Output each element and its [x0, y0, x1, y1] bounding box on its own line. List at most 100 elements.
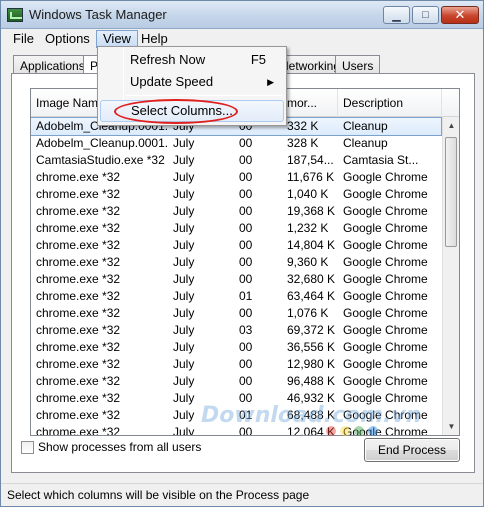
table-cell: chrome.exe *32 [36, 187, 121, 201]
table-cell: Google Chrome [343, 306, 428, 320]
table-row[interactable]: chrome.exe *32 July 00 36,556 K Google Chrom… [31, 339, 441, 356]
table-cell: Google Chrome [343, 391, 428, 405]
table-cell: Google Chrome [343, 221, 428, 235]
table-cell: 01 [239, 289, 253, 303]
menu-file[interactable]: File [7, 30, 40, 48]
update-speed-label: Update Speed [130, 74, 214, 89]
table-cell: 32,680 K [287, 272, 336, 286]
table-row[interactable]: chrome.exe *32 July 00 1,076 K Google Chrome [31, 305, 441, 322]
table-cell: July [173, 204, 195, 218]
table-cell: chrome.exe *32 [36, 204, 121, 218]
table-cell: Adobelm_Cleanup.0001... [36, 136, 168, 150]
table-row[interactable]: chrome.exe *32 July 01 63,464 K Google Chrom… [31, 288, 441, 305]
table-cell: 00 [239, 153, 253, 167]
table-row[interactable]: chrome.exe *32 July 00 12,064 K Google Chrom… [31, 424, 441, 435]
table-cell: 1,040 K [287, 187, 329, 201]
watermark-dots [326, 426, 378, 436]
table-row[interactable]: chrome.exe *32 July 00 1,040 K Google Chrome [31, 186, 441, 203]
table-cell: 00 [239, 187, 253, 201]
refresh-now-shortcut: F5 [250, 52, 266, 67]
show-all-users-label: Show processes from all users [38, 440, 202, 454]
table-cell: 46,932 K [287, 391, 336, 405]
show-all-users-checkbox[interactable] [21, 440, 34, 454]
table-cell: Google Chrome [343, 187, 428, 201]
table-cell: 19,368 K [287, 204, 336, 218]
table-cell: July [173, 238, 195, 252]
table-cell: 03 [239, 323, 253, 337]
maximize-button[interactable]: □ [412, 6, 439, 24]
menu-item-refresh-now[interactable]: Refresh Now F5 [100, 49, 284, 71]
table-cell: 96,488 K [287, 374, 336, 388]
table-cell: July [173, 136, 195, 150]
table-cell: 68,488 K [287, 408, 336, 422]
column-description[interactable]: Description [338, 89, 442, 117]
table-cell: July [173, 221, 195, 235]
column-memory[interactable]: mor... [282, 89, 338, 117]
table-row[interactable]: chrome.exe *32 July 00 14,804 K Google Chrom… [31, 237, 441, 254]
table-cell: July [173, 374, 195, 388]
table-cell: 00 [239, 170, 253, 184]
vertical-scrollbar[interactable]: ▲ ▼ [442, 117, 459, 435]
menu-item-select-columns[interactable]: Select Columns... [100, 100, 284, 122]
table-row[interactable]: chrome.exe *32 July 03 69,372 K Google Chrom… [31, 322, 441, 339]
table-cell: 00 [239, 272, 253, 286]
table-cell: July [173, 306, 195, 320]
end-process-button[interactable]: End Process [364, 438, 460, 462]
table-cell: chrome.exe *32 [36, 357, 121, 371]
table-cell: 1,076 K [287, 306, 329, 320]
table-row[interactable]: chrome.exe *32 July 00 19,368 K Google Chrom… [31, 203, 441, 220]
table-cell: chrome.exe *32 [36, 340, 121, 354]
table-cell: Google Chrome [343, 323, 428, 337]
table-row[interactable]: chrome.exe *32 July 00 32,680 K Google Chrom… [31, 271, 441, 288]
tab-users[interactable]: Users [335, 55, 381, 75]
table-row[interactable]: chrome.exe *32 July 00 11,676 K Google Chrom… [31, 169, 441, 186]
table-cell: July [173, 289, 195, 303]
table-cell: Google Chrome [343, 357, 428, 371]
table-cell: chrome.exe *32 [36, 221, 121, 235]
table-row[interactable]: chrome.exe *32 July 01 68,488 K Google Chrom… [31, 407, 441, 424]
title-bar[interactable]: Windows Task Manager ▁ □ ✕ [1, 1, 483, 29]
table-cell: chrome.exe *32 [36, 170, 121, 184]
table-cell: 00 [239, 374, 253, 388]
table-cell: July [173, 272, 195, 286]
table-row[interactable]: chrome.exe *32 July 00 1,232 K Google Chrome [31, 220, 441, 237]
menu-item-update-speed[interactable]: Update Speed ▶ [100, 71, 284, 93]
table-cell: 328 K [287, 136, 319, 150]
minimize-icon: ▁ [392, 9, 401, 22]
table-cell: 69,372 K [287, 323, 336, 337]
table-cell: 332 K [287, 119, 319, 133]
table-cell: chrome.exe *32 [36, 272, 121, 286]
table-row[interactable]: CamtasiaStudio.exe *32 July 00 187,54... Cam… [31, 152, 441, 169]
table-cell: CamtasiaStudio.exe *32 [36, 153, 165, 167]
table-cell: 00 [239, 255, 253, 269]
table-cell: Google Chrome [343, 204, 428, 218]
table-cell: 12,980 K [287, 357, 336, 371]
scrollbar-thumb[interactable] [445, 137, 457, 247]
table-cell: 11,676 K [287, 170, 335, 184]
table-cell: 9,360 K [287, 255, 329, 269]
task-manager-app-icon [7, 8, 23, 22]
table-cell: chrome.exe *32 [36, 255, 121, 269]
show-all-users-option[interactable]: Show processes from all users [21, 439, 201, 455]
scroll-up-icon[interactable]: ▲ [443, 117, 459, 134]
table-cell: 00 [239, 204, 253, 218]
tab-applications[interactable]: Applications [13, 55, 92, 75]
table-row[interactable]: chrome.exe *32 July 00 9,360 K Google Chrome [31, 254, 441, 271]
table-row[interactable]: Adobelm_Cleanup.0001... July 00 328 K Cleanu… [31, 135, 441, 152]
table-row[interactable]: chrome.exe *32 July 00 46,932 K Google Chrom… [31, 390, 441, 407]
table-cell: Google Chrome [343, 255, 428, 269]
minimize-button[interactable]: ▁ [383, 6, 410, 24]
table-cell: July [173, 153, 195, 167]
table-cell: Google Chrome [343, 170, 428, 184]
table-cell: 00 [239, 357, 253, 371]
process-list[interactable]: Image Name mor... Description Adobelm_Cl… [30, 88, 460, 436]
table-cell: July [173, 187, 195, 201]
submenu-arrow-icon: ▶ [267, 77, 274, 87]
scroll-down-icon[interactable]: ▼ [443, 418, 459, 435]
status-bar: Select which columns will be visible on … [1, 483, 483, 506]
table-row[interactable]: chrome.exe *32 July 00 96,488 K Google Chrom… [31, 373, 441, 390]
close-button[interactable]: ✕ [441, 6, 479, 24]
menu-options[interactable]: Options [39, 30, 96, 48]
table-cell: Google Chrome [343, 238, 428, 252]
table-row[interactable]: chrome.exe *32 July 00 12,980 K Google Chrom… [31, 356, 441, 373]
